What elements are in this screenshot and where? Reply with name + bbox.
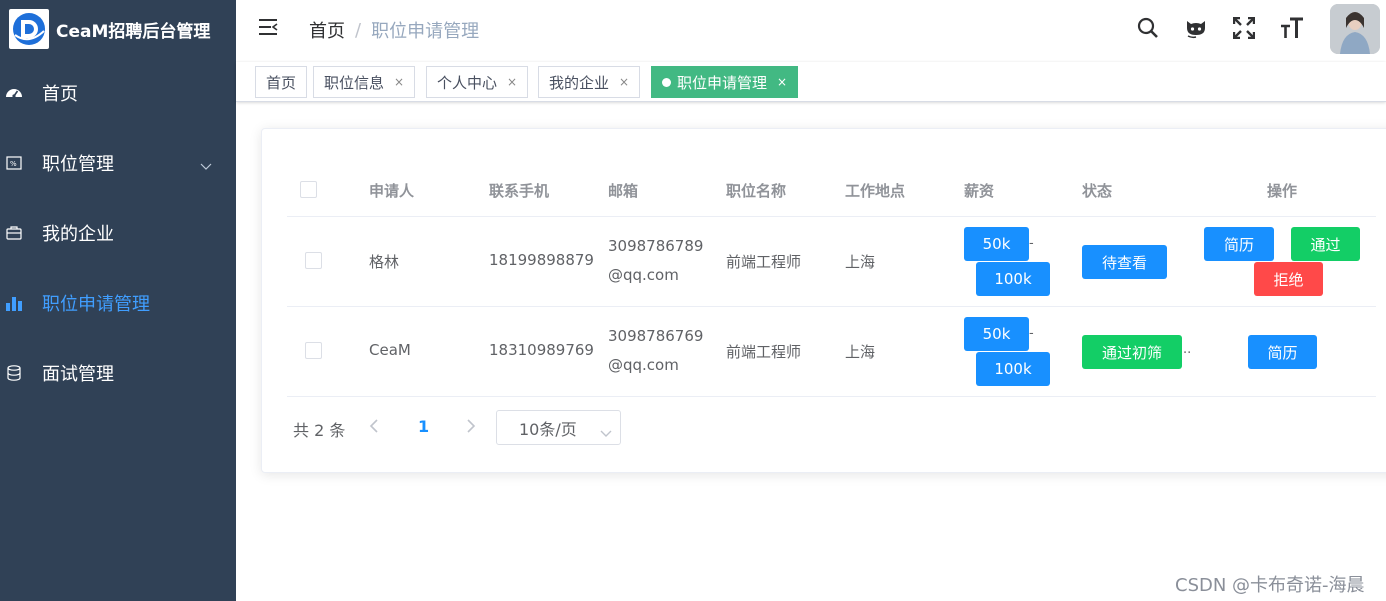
font-size-icon[interactable] <box>1280 16 1304 40</box>
page-size-select[interactable]: 10条/页 <box>496 410 621 445</box>
app-root: CeaM招聘后台管理 首页 % 职位管理 我的企业 职位申请管理 面试管理 首页… <box>0 0 1386 601</box>
chevron-down-icon <box>600 423 612 442</box>
close-icon[interactable]: × <box>619 75 629 89</box>
tag-personal-center[interactable]: 个人中心 × <box>426 66 529 98</box>
header-email: 邮箱 <box>608 182 639 200</box>
cell-phone: 18310989769 <box>489 341 594 359</box>
cell-location: 上海 <box>845 253 876 271</box>
breadcrumb-separator: / <box>355 19 362 41</box>
sidebar-item-job-applications[interactable]: 职位申请管理 <box>0 268 236 338</box>
sidebar-item-label: 我的企业 <box>42 224 114 245</box>
svg-text:%: % <box>10 160 17 168</box>
header-position: 职位名称 <box>726 182 787 200</box>
sidebar-item-label: 职位申请管理 <box>42 294 150 315</box>
applications-card <box>261 128 1386 473</box>
sidebar-item-label: 首页 <box>42 84 78 105</box>
cell-email-line1: 3098786769 <box>608 327 704 345</box>
cell-email-line1: 3098786789 <box>608 237 704 255</box>
cell-email-line2: @qq.com <box>608 356 679 374</box>
prev-page-icon[interactable] <box>369 418 379 437</box>
tag-label: 首页 <box>266 73 297 92</box>
logo[interactable]: CeaM招聘后台管理 <box>0 0 236 58</box>
cell-position: 前端工程师 <box>726 343 802 361</box>
header-location: 工作地点 <box>845 182 906 200</box>
pagination-total: 共 2 条 <box>293 421 346 440</box>
breadcrumb-home[interactable]: 首页 <box>309 17 345 43</box>
avatar[interactable] <box>1330 4 1380 54</box>
row-checkbox[interactable] <box>305 342 322 359</box>
navbar: 首页 / 职位申请管理 <box>236 0 1386 58</box>
tag-job-info[interactable]: 职位信息 × <box>313 66 416 98</box>
tags-view: 首页 职位信息 × 个人中心 × 我的企业 × 职位申请管理 × <box>236 62 1386 102</box>
salary-min-tag: 50k <box>964 227 1029 261</box>
resume-button[interactable]: 简历 <box>1204 227 1274 261</box>
tag-my-company[interactable]: 我的企业 × <box>538 66 641 98</box>
fullscreen-icon[interactable] <box>1232 16 1256 40</box>
close-icon[interactable]: × <box>507 75 517 89</box>
header-applicant: 申请人 <box>369 182 415 200</box>
tag-label: 职位申请管理 <box>677 73 768 92</box>
salary-separator: - <box>1029 326 1034 341</box>
sidebar-item-my-company[interactable]: 我的企业 <box>0 198 236 268</box>
cell-email-line2: @qq.com <box>608 266 679 284</box>
briefcase-icon <box>5 224 23 242</box>
resume-button[interactable]: 简历 <box>1248 335 1317 369</box>
page-number[interactable]: 1 <box>418 417 429 436</box>
page-size-value: 10条/页 <box>519 419 577 439</box>
next-page-icon[interactable] <box>466 418 476 437</box>
sidebar-item-job-management[interactable]: % 职位管理 <box>0 128 236 198</box>
bar-chart-icon <box>5 294 23 312</box>
approve-button[interactable]: 通过 <box>1291 227 1360 261</box>
cell-location: 上海 <box>845 343 876 361</box>
tag-home[interactable]: 首页 <box>255 66 308 98</box>
tag-job-applications[interactable]: 职位申请管理 × <box>651 66 799 98</box>
select-all-checkbox[interactable] <box>300 181 317 198</box>
sidebar-item-interviews[interactable]: 面试管理 <box>0 338 236 408</box>
salary-separator: - <box>1029 236 1034 251</box>
active-dot-icon <box>662 77 671 87</box>
row-divider <box>287 216 1376 217</box>
cell-position: 前端工程师 <box>726 253 802 271</box>
close-icon[interactable]: × <box>777 75 787 89</box>
status-badge: 通过初筛 <box>1082 335 1182 369</box>
close-icon[interactable]: × <box>394 75 404 89</box>
hamburger-icon[interactable] <box>258 18 278 38</box>
row-divider <box>287 396 1376 397</box>
search-icon[interactable] <box>1136 16 1160 40</box>
cell-applicant: 格林 <box>369 253 400 271</box>
sidebar: CeaM招聘后台管理 首页 % 职位管理 我的企业 职位申请管理 面试管理 <box>0 0 236 601</box>
salary-max-tag: 100k <box>976 352 1050 386</box>
tag-label: 我的企业 <box>549 73 610 92</box>
tag-label: 个人中心 <box>437 73 498 92</box>
header-status: 状态 <box>1082 182 1113 200</box>
breadcrumb: 首页 / 职位申请管理 <box>309 17 479 43</box>
salary-min-tag: 50k <box>964 317 1029 351</box>
database-icon <box>5 364 23 382</box>
github-icon[interactable] <box>1184 16 1208 40</box>
watermark: CSDN @卡布奇诺-海晨 <box>1175 575 1365 596</box>
logo-icon <box>9 9 49 49</box>
job-icon: % <box>5 154 23 172</box>
sidebar-item-label: 面试管理 <box>42 364 114 385</box>
status-badge: 待查看 <box>1082 245 1167 279</box>
header-salary: 薪资 <box>964 182 995 200</box>
row-checkbox[interactable] <box>305 252 322 269</box>
sidebar-item-home[interactable]: 首页 <box>0 58 236 128</box>
chevron-down-icon <box>200 155 212 176</box>
row-divider <box>287 306 1376 307</box>
sidebar-item-label: 职位管理 <box>42 154 114 175</box>
cell-phone: 18199898879 <box>489 251 594 269</box>
app-title: CeaM招聘后台管理 <box>56 21 211 42</box>
header-phone: 联系手机 <box>489 182 550 200</box>
breadcrumb-current: 职位申请管理 <box>371 21 480 42</box>
reject-button[interactable]: 拒绝 <box>1254 262 1323 296</box>
status-overflow: .. <box>1183 342 1192 357</box>
salary-max-tag: 100k <box>976 262 1050 296</box>
header-actions: 操作 <box>1267 182 1298 200</box>
cell-applicant: CeaM <box>369 341 411 359</box>
dashboard-icon <box>5 84 23 102</box>
tag-label: 职位信息 <box>324 73 385 92</box>
